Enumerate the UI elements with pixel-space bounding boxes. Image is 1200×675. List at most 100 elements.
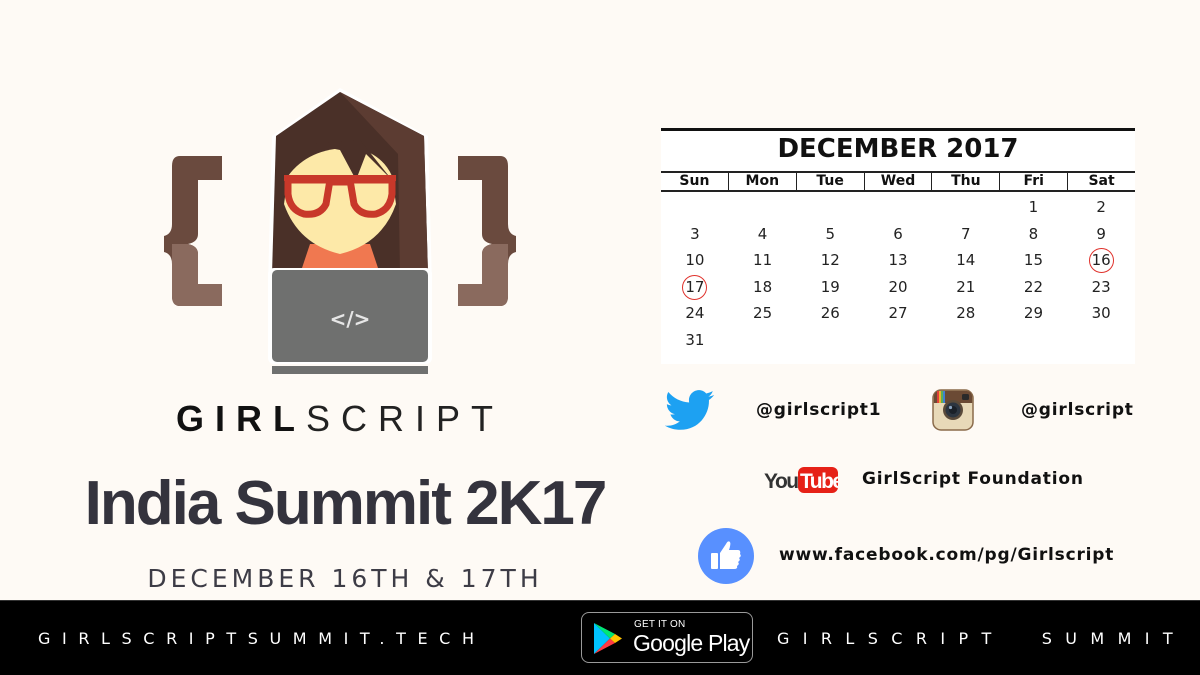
brand-light: SCRIPT: [305, 398, 504, 439]
calendar-day: 8: [1000, 221, 1068, 248]
calendar-day: [932, 327, 1000, 354]
code-tag-icon: </>: [330, 307, 371, 331]
google-play-icon: [594, 623, 622, 654]
day-number: 7: [960, 224, 971, 243]
youtube-logo-icon[interactable]: You Tube: [764, 466, 838, 494]
weekday-label: Wed: [865, 173, 933, 190]
day-number: 27: [888, 304, 908, 323]
event-dates: DECEMBER 16TH & 17TH: [147, 564, 543, 593]
day-number: 2: [1096, 198, 1106, 216]
calendar-week-row: 31: [661, 327, 1135, 354]
weekday-label: Tue: [797, 173, 865, 190]
calendar-day: 31: [661, 327, 729, 354]
day-number: 4: [757, 224, 768, 243]
weekday-label: Sat: [1088, 173, 1115, 189]
calendar-day: [729, 327, 797, 354]
instagram-camera-icon[interactable]: [932, 389, 974, 431]
calendar-day: 18: [729, 274, 797, 301]
youtube-channel[interactable]: GirlScript Foundation: [862, 469, 1084, 489]
day-number: 26: [820, 304, 840, 323]
calendar-day: 12: [796, 247, 864, 274]
calendar-day: 28: [932, 300, 1000, 327]
calendar-day: 29: [1000, 300, 1068, 327]
weekday-label: Thu: [932, 173, 1001, 190]
calendar-day: 27: [864, 300, 932, 327]
google-play-badge[interactable]: GET IT ON Google Play: [581, 612, 753, 663]
calendar-day: 13: [864, 247, 932, 274]
calendar-day: 5: [796, 221, 864, 248]
day-number: 6: [893, 224, 903, 243]
website-link[interactable]: GIRLSCRIPTSUMMIT.TECH: [38, 629, 486, 648]
day-number: 1: [1028, 198, 1039, 216]
day-number: 11: [753, 251, 773, 270]
day-number: 22: [1023, 277, 1043, 296]
calendar-day: [932, 194, 1000, 221]
day-number: 18: [753, 277, 773, 296]
calendar-day: [661, 194, 729, 221]
footer-tagline: GIRLSCRIPT SUMMIT: [777, 629, 1187, 648]
calendar-weekday-header: Sun Mon Tue Wed Thu Fri Sat: [661, 171, 1135, 192]
calendar-week-row: 12: [661, 194, 1135, 221]
day-number: 17: [682, 274, 708, 300]
calendar-day: [1067, 327, 1135, 354]
calendar-day: [864, 327, 932, 354]
day-number: 23: [1091, 277, 1111, 296]
footer-bar: GIRLSCRIPTSUMMIT.TECH GET IT ON Google P…: [0, 600, 1200, 675]
badge-small-text: GET IT ON: [634, 619, 686, 630]
instagram-handle[interactable]: @girlscript: [1021, 400, 1134, 420]
day-number: 30: [1091, 304, 1111, 323]
calendar-week-row: 10 11 12 13 14 15 16: [661, 247, 1135, 274]
girl-coder-with-laptop-icon: </>: [164, 88, 516, 374]
calendar-day: 24: [661, 300, 729, 327]
calendar-day: 9: [1067, 221, 1135, 248]
day-number: 25: [753, 304, 773, 323]
calendar-day: 23: [1067, 274, 1135, 301]
day-number: 9: [1096, 224, 1106, 243]
facebook-url[interactable]: www.facebook.com/pg/Girlscript: [779, 545, 1114, 565]
calendar-week-row: 17 18 19 20 21 22 23: [661, 274, 1135, 301]
calendar-day: 11: [729, 247, 797, 274]
calendar-day: 26: [796, 300, 864, 327]
calendar-day: [1000, 327, 1068, 354]
calendar-top-rule: [661, 128, 1135, 131]
day-number: 24: [685, 304, 705, 323]
calendar-day: [796, 327, 864, 354]
day-number: 5: [825, 224, 836, 243]
badge-big-text: Google Play: [633, 630, 750, 656]
calendar-grid: 1 2 3 4 5 6 7 8 9 10 11 12 13 14 15 16 17 18 19 20 21 22 23 24 2…: [661, 194, 1135, 354]
calendar-day: 4: [729, 221, 797, 248]
calendar-title: DECEMBER 2017: [777, 134, 1019, 164]
calendar: DECEMBER 2017 Sun Mon Tue Wed Thu Fri Sat 1234…: [661, 128, 1135, 364]
girlscript-logo: </>: [160, 84, 520, 384]
calendar-day: 1: [1000, 194, 1068, 221]
twitter-bird-icon[interactable]: [665, 390, 715, 432]
calendar-day: [729, 194, 797, 221]
weekday-label: Fri: [1000, 173, 1069, 190]
calendar-day: 21: [932, 274, 1000, 301]
svg-text:You: You: [764, 470, 798, 493]
calendar-day: 25: [729, 300, 797, 327]
day-number: 16: [1088, 248, 1114, 274]
day-number: 19: [820, 277, 840, 296]
twitter-handle[interactable]: @girlscript1: [756, 400, 881, 420]
day-number: 14: [956, 251, 976, 270]
day-number: 13: [888, 251, 908, 270]
calendar-day-event: 17: [661, 274, 729, 301]
calendar-day: 2: [1067, 194, 1135, 221]
day-number: 20: [888, 277, 908, 296]
calendar-day: [864, 194, 932, 221]
calendar-day: 20: [864, 274, 932, 301]
thumbs-up-icon[interactable]: [698, 528, 754, 584]
calendar-week-row: 24 25 26 27 28 29 30: [661, 300, 1135, 327]
weekday-label: Mon: [729, 173, 797, 190]
brand-bold: GIRL: [175, 398, 306, 439]
day-number: 28: [956, 304, 976, 323]
calendar-day: 19: [796, 274, 864, 301]
day-number: 12: [820, 251, 840, 270]
calendar-day: 10: [661, 247, 729, 274]
calendar-day: 7: [932, 221, 1000, 248]
calendar-day: 3: [661, 221, 729, 248]
day-number: 10: [685, 251, 705, 270]
day-number: 21: [956, 277, 976, 296]
calendar-day: [796, 194, 864, 221]
